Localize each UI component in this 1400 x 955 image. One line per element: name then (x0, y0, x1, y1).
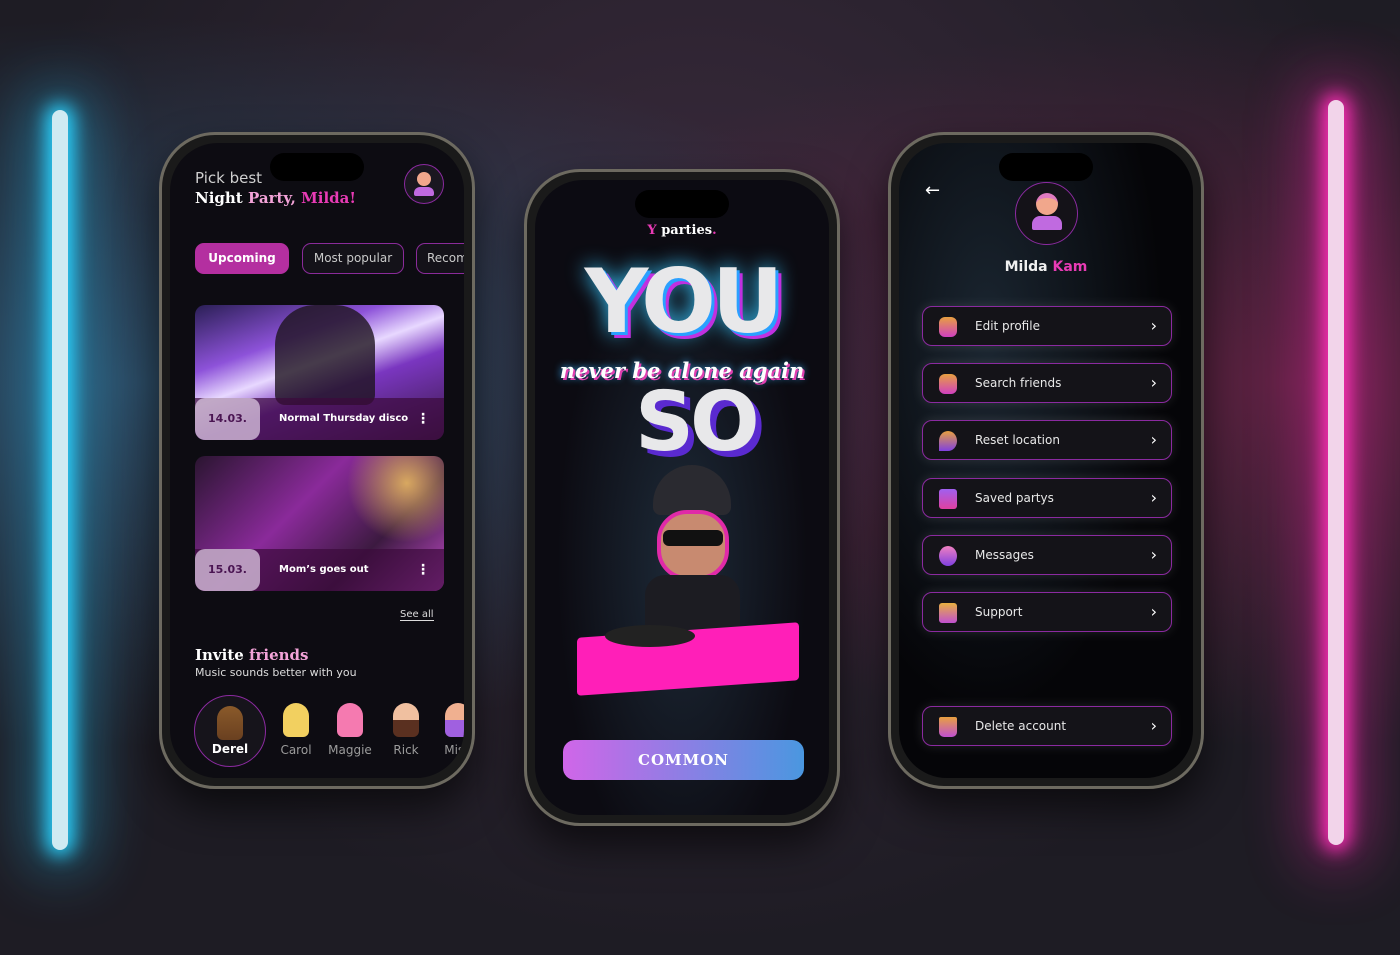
menu-saved-partys[interactable]: Saved partys › (922, 478, 1172, 518)
tab-upcoming[interactable]: Upcoming (195, 243, 289, 274)
friends-icon (939, 374, 957, 394)
friend-avatar-icon (217, 706, 243, 740)
event-card[interactable]: 14.03. Normal Thursday disco ⋮ (195, 305, 444, 440)
profile-screen: ← Milda Kam Edit profile › Search friends… (899, 143, 1193, 778)
friend-rick[interactable]: Rick (376, 703, 436, 757)
invite-title: Invite friends (195, 646, 308, 664)
trash-icon (939, 717, 957, 737)
friend-carol[interactable]: Carol (266, 703, 326, 757)
friend-avatar-icon (337, 703, 363, 737)
dynamic-island (999, 153, 1093, 181)
profile-avatar[interactable] (1015, 182, 1078, 245)
event-date: 14.03. (195, 398, 260, 440)
friend-name: Mish (444, 743, 464, 757)
bookmark-icon (939, 489, 957, 509)
invite-subtitle: Music sounds better with you (195, 666, 357, 679)
friend-name: Carol (280, 743, 312, 757)
folder-icon (939, 603, 957, 623)
title-word: friends (249, 646, 309, 664)
menu-messages[interactable]: Messages › (922, 535, 1172, 575)
dynamic-island (270, 153, 364, 181)
chevron-right-icon: › (1150, 488, 1157, 507)
phone-profile: ← Milda Kam Edit profile › Search friends… (888, 132, 1204, 789)
edit-profile-icon (939, 317, 957, 337)
avatar[interactable] (404, 164, 444, 204)
menu-reset-location[interactable]: Reset location › (922, 420, 1172, 460)
profile-name: Milda Kam (899, 259, 1193, 275)
tab-most-popular[interactable]: Most popular (302, 243, 404, 274)
menu-label: Support (975, 605, 1023, 619)
friend-avatar-icon (445, 703, 464, 737)
menu-label: Messages (975, 548, 1034, 562)
greeting: Pick best (195, 169, 263, 187)
dj-character-illustration (575, 465, 805, 710)
title-word: Party, (247, 189, 296, 207)
location-pin-icon (939, 431, 957, 451)
title-word: Invite (195, 646, 244, 664)
neon-light-left (52, 110, 68, 850)
phone-splash: Y parties. YOU never be alone again SO C… (524, 169, 840, 826)
event-date: 15.03. (195, 549, 260, 591)
common-button[interactable]: COMMON (563, 740, 804, 780)
menu-label: Delete account (975, 719, 1067, 733)
friend-name: Derel (211, 742, 249, 756)
chevron-right-icon: › (1150, 545, 1157, 564)
friend-avatar-icon (283, 703, 309, 737)
app-logo: Y parties. (647, 223, 717, 238)
event-photo (275, 305, 375, 405)
chevron-right-icon: › (1150, 373, 1157, 392)
menu-label: Reset location (975, 433, 1060, 447)
page-title: Night Party, Milda! (195, 189, 356, 207)
event-title: Mom’s goes out (279, 564, 369, 575)
menu-support[interactable]: Support › (922, 592, 1172, 632)
phone-home: Pick best Night Party, Milda! Upcoming M… (159, 132, 475, 789)
menu-label: Edit profile (975, 319, 1040, 333)
menu-label: Search friends (975, 376, 1062, 390)
chat-bubble-icon (939, 546, 957, 566)
chevron-right-icon: › (1150, 430, 1157, 449)
event-title: Normal Thursday disco (279, 413, 409, 424)
chevron-right-icon: › (1150, 316, 1157, 335)
logo-text: parties (661, 223, 713, 238)
avatar-face-icon (1035, 193, 1058, 215)
more-options-icon[interactable]: ⋮ (416, 398, 430, 440)
friend-name: Rick (393, 743, 419, 757)
title-name: Milda! (301, 189, 356, 207)
friend-name: Maggie (328, 743, 372, 757)
chevron-right-icon: › (1150, 602, 1157, 621)
menu-edit-profile[interactable]: Edit profile › (922, 306, 1172, 346)
menu-label: Saved partys (975, 491, 1054, 505)
dynamic-island (635, 190, 729, 218)
home-screen: Pick best Night Party, Milda! Upcoming M… (170, 143, 464, 778)
headline-so: SO (635, 375, 760, 470)
friend-mish[interactable]: Mish (428, 703, 464, 757)
chevron-right-icon: › (1150, 716, 1157, 735)
event-card[interactable]: 15.03. Mom’s goes out ⋮ (195, 456, 444, 591)
neon-light-right (1328, 100, 1344, 845)
logo-mark-icon: Y (647, 223, 657, 238)
avatar-face-icon (417, 172, 431, 186)
more-options-icon[interactable]: ⋮ (416, 549, 430, 591)
see-all-link[interactable]: See all (400, 609, 434, 621)
headline-you: YOU (584, 250, 784, 353)
delete-account-button[interactable]: Delete account › (922, 706, 1172, 746)
splash-screen: Y parties. YOU never be alone again SO C… (535, 180, 829, 815)
menu-search-friends[interactable]: Search friends › (922, 363, 1172, 403)
title-word: Night (195, 189, 243, 207)
back-arrow-icon[interactable]: ← (925, 180, 940, 201)
tab-recommended[interactable]: Recom (416, 243, 464, 274)
friend-avatar-icon (393, 703, 419, 737)
last-name: Kam (1052, 259, 1088, 275)
first-name: Milda (1004, 259, 1048, 275)
friend-maggie[interactable]: Maggie (320, 703, 380, 757)
friend-derel[interactable]: Derel (194, 695, 266, 767)
